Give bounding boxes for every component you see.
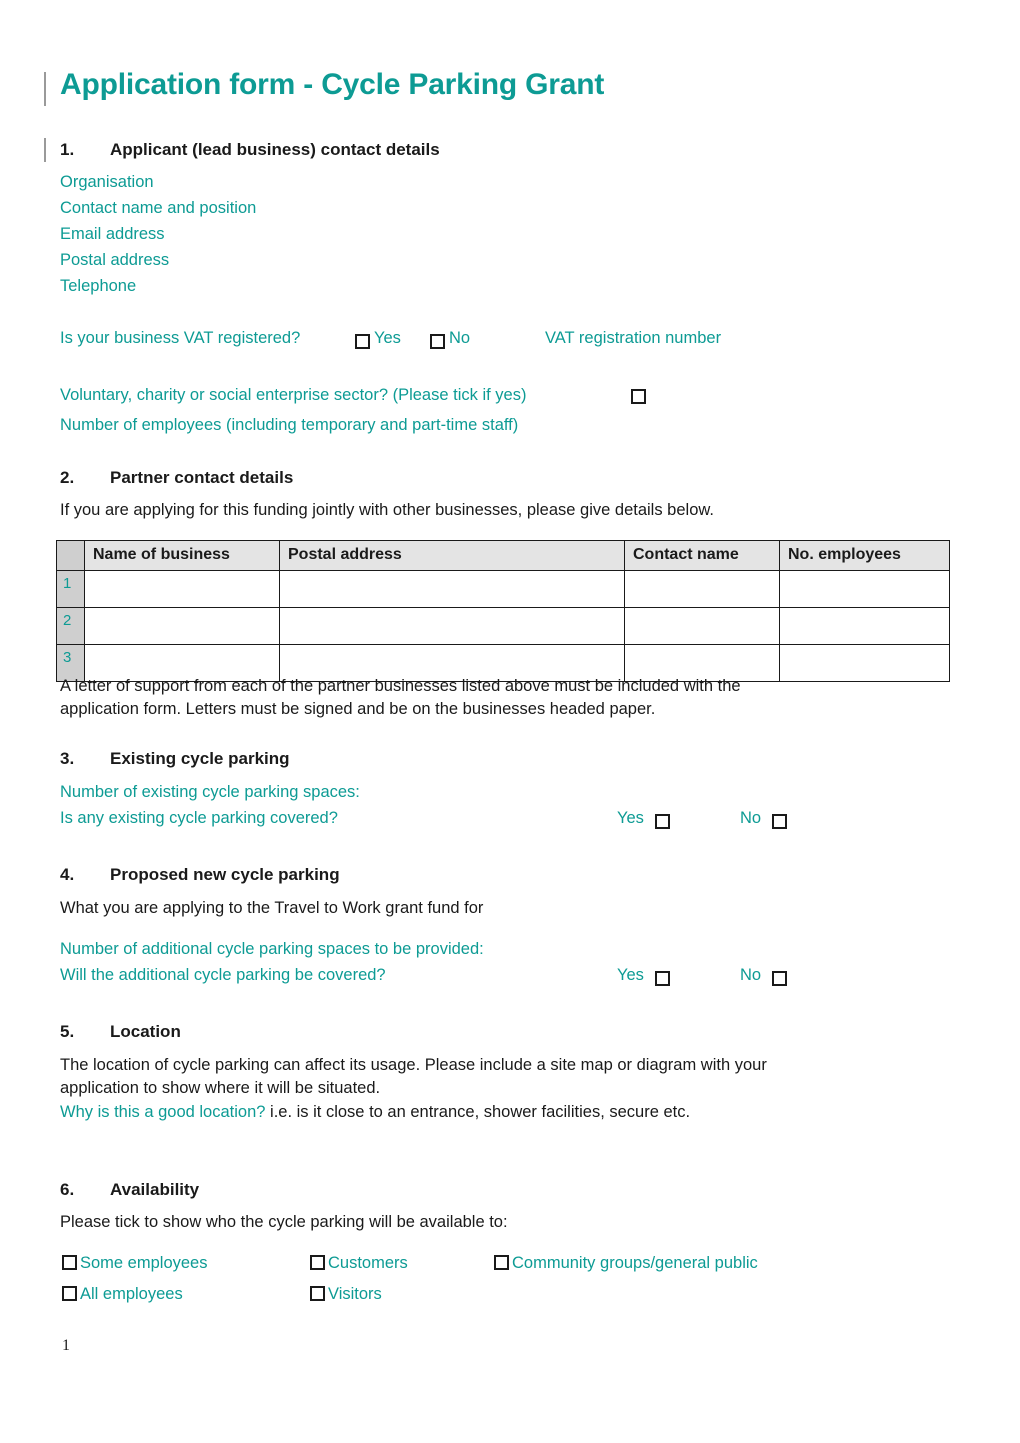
field-label-postal-address: Postal address xyxy=(60,251,170,269)
partner-letter-note-line-1: A letter of support from each of the par… xyxy=(60,677,741,695)
section-5-number: 5. xyxy=(60,1022,75,1041)
section-4-title: Proposed new cycle parking xyxy=(110,865,340,884)
section-6-heading: 6. Availability xyxy=(60,1180,199,1200)
visitors-label: Visitors xyxy=(328,1285,382,1303)
field-label-email-address: Email address xyxy=(60,225,165,243)
table-cell-no-employees[interactable] xyxy=(779,644,950,682)
vat-registration-number-label: VAT registration number xyxy=(545,329,722,347)
table-header-no-employees: No. employees xyxy=(779,540,950,571)
table-header-postal-address: Postal address xyxy=(279,540,625,571)
table-header-name-of-business: Name of business xyxy=(84,540,280,571)
visitors-checkbox[interactable] xyxy=(310,1286,325,1301)
additional-covered-yes-label: Yes xyxy=(617,966,644,984)
table-cell-name-of-business[interactable] xyxy=(84,607,280,645)
vat-no-checkbox[interactable] xyxy=(430,334,445,349)
section-4-heading: 4. Proposed new cycle parking xyxy=(60,865,340,885)
voluntary-sector-checkbox[interactable] xyxy=(631,389,646,404)
existing-spaces-label: Number of existing cycle parking spaces: xyxy=(60,783,360,801)
section-1-title: Applicant (lead business) contact detail… xyxy=(110,140,440,159)
community-groups-checkbox[interactable] xyxy=(494,1255,509,1270)
field-label-organisation: Organisation xyxy=(60,173,154,191)
table-cell-postal-address[interactable] xyxy=(279,607,625,645)
number-of-employees-label: Number of employees (including temporary… xyxy=(60,416,519,434)
partner-contact-table: Name of business Postal address Contact … xyxy=(56,540,950,682)
section-3-title: Existing cycle parking xyxy=(110,749,290,768)
vat-no-label: No xyxy=(449,329,471,347)
section-4-number: 4. xyxy=(60,865,75,884)
table-row: 1 xyxy=(56,570,950,608)
table-row-index: 1 xyxy=(56,570,85,608)
existing-covered-yes-label: Yes xyxy=(617,809,644,827)
section-2-number: 2. xyxy=(60,468,75,487)
section-2-heading: 2. Partner contact details xyxy=(60,468,293,488)
change-bar-section-1 xyxy=(44,138,46,162)
existing-covered-no-label: No xyxy=(740,809,762,827)
field-label-contact-name: Contact name and position xyxy=(60,199,257,217)
section-1-heading: 1. Applicant (lead business) contact deta… xyxy=(60,140,440,160)
some-employees-label: Some employees xyxy=(80,1254,208,1272)
availability-option-visitors[interactable]: Visitors xyxy=(310,1285,382,1304)
section-4-subtitle: What you are applying to the Travel to W… xyxy=(60,899,484,917)
section-5-heading: 5. Location xyxy=(60,1022,181,1042)
additional-covered-no-checkbox[interactable] xyxy=(772,971,787,986)
vat-yes-checkbox[interactable] xyxy=(355,334,370,349)
additional-covered-no-label: No xyxy=(740,966,762,984)
availability-option-some-employees[interactable]: Some employees xyxy=(62,1254,207,1273)
availability-option-all-employees[interactable]: All employees xyxy=(62,1285,183,1304)
vat-yes-label: Yes xyxy=(374,329,401,347)
table-cell-no-employees[interactable] xyxy=(779,607,950,645)
section-6-title: Availability xyxy=(110,1180,200,1199)
all-employees-label: All employees xyxy=(80,1285,183,1303)
section-5-body-line-1: The location of cycle parking can affect… xyxy=(60,1056,767,1074)
voluntary-sector-question: Voluntary, charity or social enterprise … xyxy=(60,386,527,404)
table-row: 2 xyxy=(56,607,950,645)
section-2-intro: If you are applying for this funding joi… xyxy=(60,501,714,519)
customers-label: Customers xyxy=(328,1254,408,1272)
additional-covered-yes-checkbox[interactable] xyxy=(655,971,670,986)
additional-covered-question: Will the additional cycle parking be cov… xyxy=(60,966,386,984)
existing-covered-question: Is any existing cycle parking covered? xyxy=(60,809,338,827)
table-cell-no-employees[interactable] xyxy=(779,570,950,608)
existing-covered-no-checkbox[interactable] xyxy=(772,814,787,829)
table-header-row: Name of business Postal address Contact … xyxy=(56,540,950,571)
table-row-index: 2 xyxy=(56,607,85,645)
good-location-prompt: Why is this a good location? i.e. is it … xyxy=(60,1102,690,1123)
table-cell-contact-name[interactable] xyxy=(624,607,780,645)
table-cell-contact-name[interactable] xyxy=(624,570,780,608)
good-location-prompt-question: Why is this a good location? xyxy=(60,1103,266,1121)
vat-registered-question: Is your business VAT registered? xyxy=(60,329,301,347)
existing-covered-yes-checkbox[interactable] xyxy=(655,814,670,829)
table-cell-postal-address[interactable] xyxy=(279,570,625,608)
section-2-title: Partner contact details xyxy=(110,468,294,487)
document-page: Application form - Cycle Parking Grant 1… xyxy=(0,0,1020,1443)
field-label-telephone: Telephone xyxy=(60,277,137,295)
partner-letter-note-line-2: application form. Letters must be signed… xyxy=(60,700,656,718)
customers-checkbox[interactable] xyxy=(310,1255,325,1270)
table-header-contact-name: Contact name xyxy=(624,540,780,571)
table-cell-name-of-business[interactable] xyxy=(84,570,280,608)
community-groups-label: Community groups/general public xyxy=(512,1254,758,1272)
change-bar-title xyxy=(44,72,46,106)
page-number: 1 xyxy=(62,1337,70,1354)
availability-option-customers[interactable]: Customers xyxy=(310,1254,408,1273)
availability-option-community-groups[interactable]: Community groups/general public xyxy=(494,1254,758,1273)
section-1-number: 1. xyxy=(60,140,75,159)
all-employees-checkbox[interactable] xyxy=(62,1286,77,1301)
section-3-number: 3. xyxy=(60,749,75,768)
section-5-body-line-2: application to show where it will be sit… xyxy=(60,1079,381,1097)
section-5-title: Location xyxy=(110,1022,181,1041)
section-6-number: 6. xyxy=(60,1180,75,1199)
page-title: Application form - Cycle Parking Grant xyxy=(60,68,605,101)
table-header-index xyxy=(56,540,85,571)
some-employees-checkbox[interactable] xyxy=(62,1255,77,1270)
good-location-prompt-hint: i.e. is it close to an entrance, shower … xyxy=(265,1103,691,1121)
section-3-heading: 3. Existing cycle parking xyxy=(60,749,290,769)
section-6-intro: Please tick to show who the cycle parkin… xyxy=(60,1213,508,1231)
additional-spaces-label: Number of additional cycle parking space… xyxy=(60,940,484,958)
